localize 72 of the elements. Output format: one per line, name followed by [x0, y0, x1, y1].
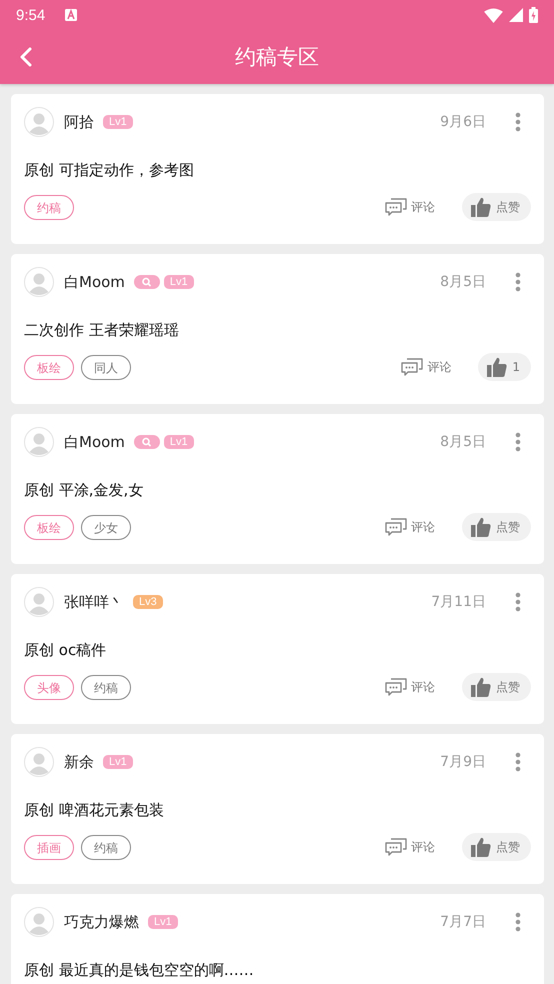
post-text[interactable]: 原创 啤酒花元素包装 — [24, 792, 531, 828]
page-title: 约稿专区 — [235, 44, 319, 71]
like-button[interactable]: 点赞 — [462, 513, 531, 541]
more-icon[interactable] — [515, 912, 521, 932]
more-icon[interactable] — [515, 432, 521, 452]
tag[interactable]: 板绘 — [24, 354, 74, 380]
thumbs-up-icon — [471, 837, 491, 857]
post-text[interactable]: 原创 oc稿件 — [24, 632, 531, 668]
comment-label[interactable]: 评论 — [411, 678, 435, 696]
like-button[interactable]: 点赞 — [462, 833, 531, 861]
author-name[interactable]: 新余 — [64, 752, 94, 772]
signal-icon — [509, 8, 523, 22]
author-name[interactable]: 阿拾 — [64, 112, 94, 132]
comment-label[interactable]: 评论 — [411, 518, 435, 536]
comment-icon[interactable] — [401, 358, 424, 376]
comment-label[interactable]: 评论 — [411, 198, 435, 216]
author-name[interactable]: 白Moom — [64, 432, 125, 452]
notification-icon — [65, 9, 78, 21]
comment-label[interactable]: 评论 — [427, 358, 452, 376]
tag[interactable]: 约稿 — [81, 834, 131, 860]
avatar[interactable] — [24, 747, 54, 777]
more-icon[interactable] — [515, 112, 521, 132]
wifi-icon — [484, 8, 503, 22]
like-button[interactable]: 点赞 — [462, 673, 531, 701]
like-button[interactable]: 1 — [478, 353, 531, 381]
avatar[interactable] — [24, 427, 54, 457]
like-button[interactable]: 点赞 — [462, 193, 531, 221]
status-time: 9:54 — [16, 6, 46, 24]
more-icon[interactable] — [515, 592, 521, 612]
avatar[interactable] — [24, 267, 54, 297]
post-text[interactable]: 原创 可指定动作，参考图 — [24, 152, 531, 188]
more-icon[interactable] — [515, 752, 521, 772]
avatar[interactable] — [24, 107, 54, 137]
back-icon[interactable] — [20, 47, 32, 67]
tag[interactable]: 约稿 — [81, 674, 131, 700]
level-badge: Lv1 — [164, 435, 194, 449]
post-date: 7月9日 — [440, 753, 486, 771]
post-date: 8月5日 — [440, 433, 486, 451]
post-text[interactable]: 原创 最近真的是钱包空空的啊…… — [24, 952, 531, 984]
comment-icon[interactable] — [385, 518, 407, 536]
thumbs-up-icon — [487, 357, 508, 377]
post-date: 7月11日 — [431, 593, 486, 611]
more-icon[interactable] — [515, 272, 521, 292]
avatar[interactable] — [24, 907, 54, 937]
level-badge: Lv1 — [148, 915, 178, 929]
author-name[interactable]: 巧克力爆燃 — [64, 912, 139, 932]
comment-icon[interactable] — [385, 198, 407, 216]
thumbs-up-icon — [471, 677, 491, 697]
battery-icon — [529, 7, 538, 23]
tag[interactable]: 少女 — [81, 514, 131, 540]
comment-icon[interactable] — [385, 678, 407, 696]
avatar[interactable] — [24, 587, 54, 617]
thumbs-up-icon — [471, 517, 491, 537]
tag[interactable]: 约稿 — [24, 194, 74, 220]
thumbs-up-icon — [471, 197, 491, 217]
comment-icon[interactable] — [385, 838, 407, 856]
level-badge: Lv1 — [164, 275, 194, 289]
author-name[interactable]: 白Moom — [64, 272, 125, 292]
level-badge: Lv3 — [133, 595, 163, 609]
tag[interactable]: 同人 — [81, 354, 131, 380]
author-name[interactable]: 张咩咩丶 — [64, 592, 124, 612]
post-date: 9月6日 — [440, 113, 486, 131]
post-date: 7月7日 — [440, 913, 486, 931]
post-date: 8月5日 — [440, 273, 486, 291]
tag[interactable]: 插画 — [24, 834, 74, 860]
comment-label[interactable]: 评论 — [411, 838, 435, 856]
post-text[interactable]: 原创 平涂,金发,女 — [24, 472, 531, 508]
level-badge: Lv1 — [103, 755, 133, 769]
tag[interactable]: 板绘 — [24, 514, 74, 540]
tag[interactable]: 头像 — [24, 674, 74, 700]
level-badge: Lv1 — [103, 115, 133, 129]
post-text[interactable]: 二次创作 王者荣耀瑶瑶 — [24, 312, 531, 348]
